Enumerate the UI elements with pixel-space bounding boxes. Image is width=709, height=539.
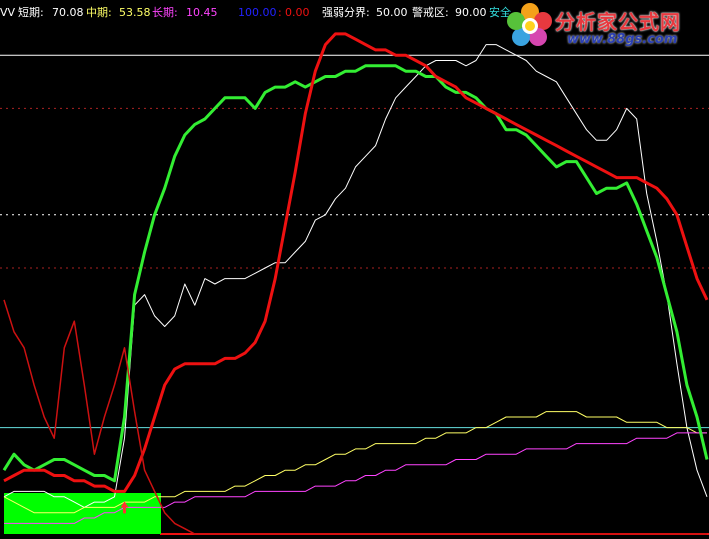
indicator-chart[interactable] bbox=[0, 0, 709, 539]
logo-title: 分析家公式网 bbox=[555, 10, 681, 34]
red-signal-line bbox=[3, 32, 709, 493]
short-term-line bbox=[3, 44, 708, 508]
site-logo: 分析家公式网 www.88gs.com bbox=[503, 2, 703, 47]
indicator-chart-panel[interactable]: VV 短期: 70.08 中期: 53.58 长期: 10.45 100.00 … bbox=[0, 0, 709, 539]
green-fill-box bbox=[4, 493, 161, 534]
green-signal-line bbox=[2, 64, 709, 483]
logo-url[interactable]: www.88gs.com bbox=[567, 32, 677, 47]
flower-logo-icon bbox=[507, 3, 552, 46]
